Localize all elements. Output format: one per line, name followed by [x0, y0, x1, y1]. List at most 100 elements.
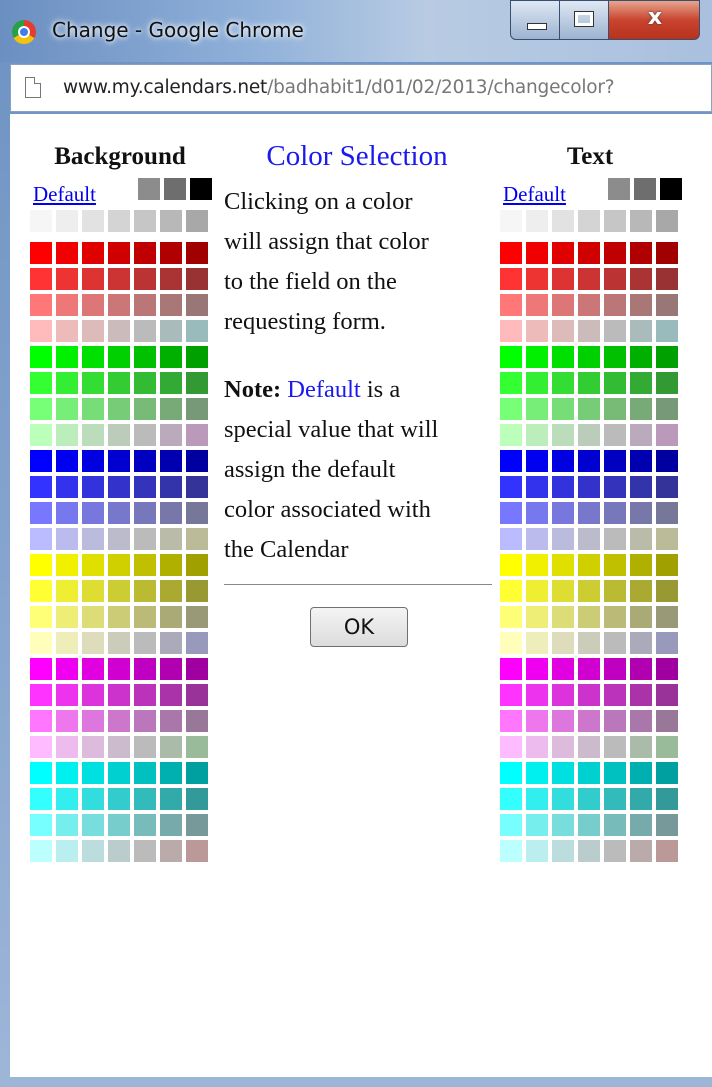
text-color-swatch[interactable]: [656, 528, 678, 550]
text-color-swatch[interactable]: [500, 554, 522, 576]
text-color-swatch[interactable]: [630, 450, 652, 472]
background-color-swatch[interactable]: [160, 242, 182, 264]
background-color-swatch[interactable]: [56, 554, 78, 576]
background-color-swatch[interactable]: [56, 632, 78, 654]
background-color-swatch[interactable]: [82, 268, 104, 290]
text-color-swatch[interactable]: [630, 242, 652, 264]
background-color-swatch[interactable]: [134, 840, 156, 862]
text-color-swatch[interactable]: [578, 684, 600, 706]
text-color-swatch[interactable]: [578, 762, 600, 784]
background-color-swatch[interactable]: [160, 840, 182, 862]
text-color-swatch[interactable]: [500, 710, 522, 732]
background-color-swatch[interactable]: [186, 372, 208, 394]
text-color-swatch[interactable]: [526, 814, 548, 836]
background-color-swatch[interactable]: [82, 554, 104, 576]
text-color-swatch[interactable]: [552, 502, 574, 524]
background-color-swatch[interactable]: [108, 606, 130, 628]
text-color-swatch[interactable]: [604, 346, 626, 368]
text-color-swatch[interactable]: [552, 424, 574, 446]
background-color-swatch[interactable]: [30, 632, 52, 654]
background-color-swatch[interactable]: [56, 242, 78, 264]
background-color-swatch[interactable]: [56, 710, 78, 732]
text-color-swatch[interactable]: [604, 372, 626, 394]
background-color-swatch[interactable]: [134, 242, 156, 264]
title-bar[interactable]: Change - Google Chrome x: [0, 0, 712, 62]
text-color-swatch[interactable]: [604, 242, 626, 264]
text-color-swatch[interactable]: [656, 840, 678, 862]
text-color-swatch[interactable]: [656, 684, 678, 706]
text-color-swatch[interactable]: [656, 554, 678, 576]
text-color-swatch[interactable]: [656, 268, 678, 290]
background-color-swatch[interactable]: [186, 606, 208, 628]
address-bar[interactable]: www.my.calendars.net/badhabit1/d01/02/20…: [10, 64, 712, 112]
background-color-swatch[interactable]: [30, 398, 52, 420]
background-color-swatch[interactable]: [82, 398, 104, 420]
background-color-swatch[interactable]: [108, 684, 130, 706]
text-color-swatch[interactable]: [552, 632, 574, 654]
background-color-swatch[interactable]: [30, 788, 52, 810]
text-color-swatch[interactable]: [604, 502, 626, 524]
background-color-swatch[interactable]: [134, 580, 156, 602]
text-color-swatch[interactable]: [578, 840, 600, 862]
text-color-swatch[interactable]: [500, 658, 522, 680]
background-color-swatch[interactable]: [160, 580, 182, 602]
text-color-swatch[interactable]: [660, 178, 682, 200]
background-color-swatch[interactable]: [160, 372, 182, 394]
background-color-swatch[interactable]: [160, 210, 182, 232]
background-color-swatch[interactable]: [186, 320, 208, 342]
background-color-swatch[interactable]: [82, 684, 104, 706]
text-color-swatch[interactable]: [500, 814, 522, 836]
text-color-swatch[interactable]: [656, 320, 678, 342]
text-color-swatch[interactable]: [630, 424, 652, 446]
background-color-swatch[interactable]: [108, 372, 130, 394]
background-color-swatch[interactable]: [186, 476, 208, 498]
text-color-swatch[interactable]: [552, 684, 574, 706]
background-color-swatch[interactable]: [108, 320, 130, 342]
background-color-swatch[interactable]: [160, 528, 182, 550]
text-color-swatch[interactable]: [552, 528, 574, 550]
background-color-swatch[interactable]: [134, 372, 156, 394]
background-color-swatch[interactable]: [186, 762, 208, 784]
text-color-swatch[interactable]: [604, 736, 626, 758]
text-color-swatch[interactable]: [526, 476, 548, 498]
text-color-swatch[interactable]: [526, 554, 548, 576]
background-color-swatch[interactable]: [30, 320, 52, 342]
text-color-swatch[interactable]: [656, 710, 678, 732]
text-color-swatch[interactable]: [552, 268, 574, 290]
background-color-swatch[interactable]: [82, 294, 104, 316]
background-color-swatch[interactable]: [82, 528, 104, 550]
background-color-swatch[interactable]: [82, 606, 104, 628]
background-color-swatch[interactable]: [56, 346, 78, 368]
background-color-swatch[interactable]: [134, 632, 156, 654]
text-color-swatch[interactable]: [578, 242, 600, 264]
text-color-swatch[interactable]: [578, 268, 600, 290]
text-color-swatch[interactable]: [500, 684, 522, 706]
background-color-swatch[interactable]: [56, 580, 78, 602]
background-color-swatch[interactable]: [134, 210, 156, 232]
background-color-swatch[interactable]: [30, 476, 52, 498]
text-color-swatch[interactable]: [526, 684, 548, 706]
ok-button[interactable]: OK: [310, 607, 408, 647]
text-color-swatch[interactable]: [578, 294, 600, 316]
background-color-swatch[interactable]: [82, 372, 104, 394]
text-color-swatch[interactable]: [630, 554, 652, 576]
text-color-swatch[interactable]: [656, 424, 678, 446]
text-color-swatch[interactable]: [604, 476, 626, 498]
background-color-swatch[interactable]: [108, 476, 130, 498]
background-color-swatch[interactable]: [30, 580, 52, 602]
text-color-swatch[interactable]: [604, 788, 626, 810]
background-color-swatch[interactable]: [186, 210, 208, 232]
background-color-swatch[interactable]: [160, 788, 182, 810]
background-color-swatch[interactable]: [160, 294, 182, 316]
background-color-swatch[interactable]: [160, 502, 182, 524]
background-color-swatch[interactable]: [138, 178, 160, 200]
text-color-swatch[interactable]: [656, 210, 678, 232]
text-color-swatch[interactable]: [630, 346, 652, 368]
background-color-swatch[interactable]: [186, 450, 208, 472]
background-color-swatch[interactable]: [186, 658, 208, 680]
text-color-swatch[interactable]: [578, 346, 600, 368]
background-color-swatch[interactable]: [56, 424, 78, 446]
text-color-swatch[interactable]: [552, 242, 574, 264]
background-color-swatch[interactable]: [108, 502, 130, 524]
background-color-swatch[interactable]: [108, 736, 130, 758]
